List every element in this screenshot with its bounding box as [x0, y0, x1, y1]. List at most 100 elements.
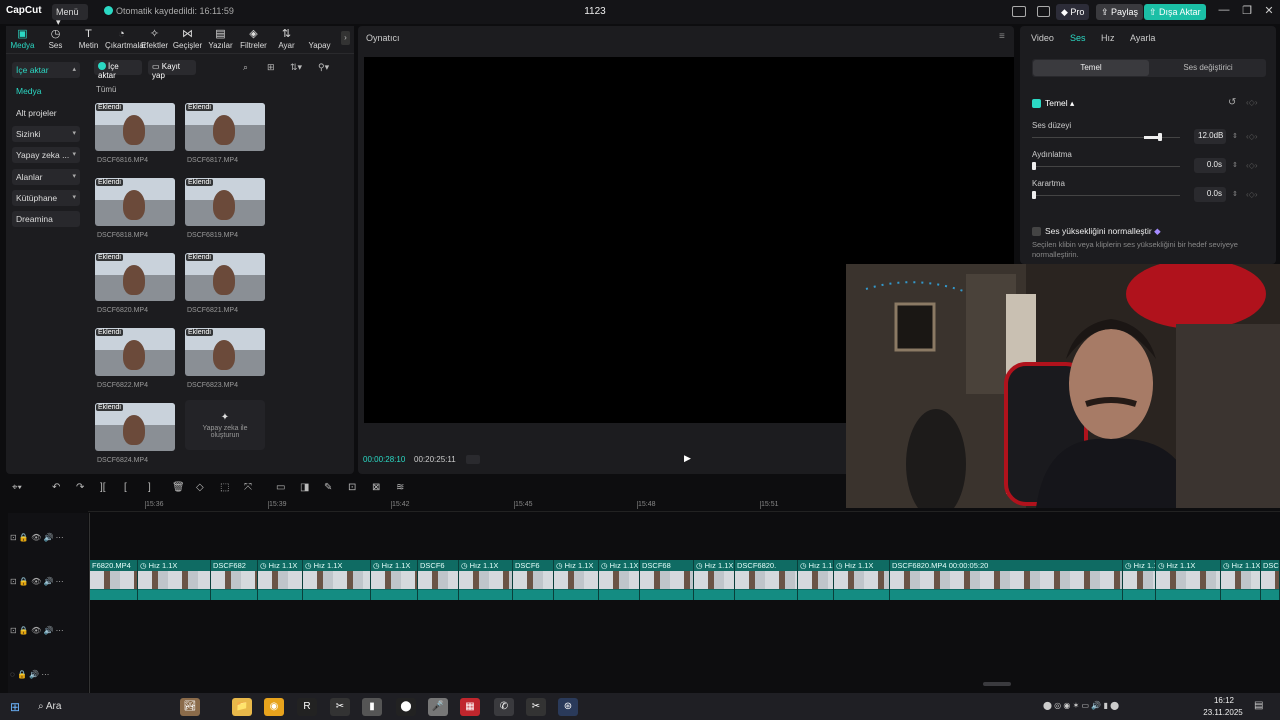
sidebar-item-1[interactable]: Medya [12, 83, 80, 99]
close-button[interactable]: ✕ [1260, 4, 1278, 17]
basic-section-title[interactable]: Temel ▴ [1045, 98, 1074, 109]
timeline-tool-8[interactable]: ⬚ [220, 482, 229, 493]
fade-out-stepper-icon[interactable]: ⇕ [1232, 190, 1238, 198]
media-thumbnail-2[interactable]: Eklendi [95, 178, 175, 226]
timeline-clip[interactable]: ◷ Hız 1.1X [1221, 560, 1261, 600]
media-thumbnail-1[interactable]: Eklendi [185, 103, 265, 151]
timeline-clip[interactable]: F6820.MP4 [90, 560, 138, 600]
timeline-tool-15[interactable]: ≋ [396, 482, 404, 493]
import-tab[interactable]: İçe aktar [94, 60, 142, 80]
clock-date[interactable]: 23.11.2025 [1198, 708, 1248, 717]
volume-keyframe-icon[interactable]: ‹◇› [1246, 132, 1257, 141]
timeline-ruler[interactable] [88, 500, 1280, 512]
sidebar-item-3[interactable]: Sizinki ▾ [12, 126, 80, 142]
tool-tab-3[interactable]: ◔ Çıkartmalar [105, 28, 146, 50]
media-thumbnail-8[interactable]: Eklendi [95, 403, 175, 451]
timeline-clip[interactable]: ◷ Hız 1.1X [138, 560, 211, 600]
right-tab-1[interactable]: Ses [1070, 33, 1086, 43]
right-tab-0[interactable]: Video [1031, 33, 1054, 43]
timeline-clip[interactable]: ◷ Hız 1.1X [258, 560, 303, 600]
fade-in-slider[interactable] [1032, 166, 1180, 167]
fade-out-value[interactable]: 0.0s [1194, 187, 1226, 202]
filter-icon[interactable]: ⚲▾ [318, 62, 329, 73]
tool-tab-8[interactable]: ⇅ Ayar [270, 28, 303, 50]
sidebar-item-7[interactable]: Dreamina [12, 211, 80, 227]
taskbar-app-0[interactable]: 🏞 [180, 698, 200, 716]
timeline-clip[interactable]: DSCF [1261, 560, 1280, 600]
track-2-controls[interactable]: ⊡ 🔒 👁 🔊 ⋯ [10, 577, 64, 586]
timeline-tool-7[interactable]: ◇ [196, 482, 204, 493]
tools-more-button[interactable]: › [341, 31, 350, 45]
timeline-tool-12[interactable]: ✎ [324, 482, 332, 493]
timeline-tool-2[interactable]: ↷ [76, 482, 84, 493]
timeline-tool-0[interactable]: ⌖▾ [12, 482, 22, 493]
timecode-toggle[interactable] [466, 455, 480, 464]
fade-out-slider[interactable] [1032, 195, 1180, 196]
normalize-checkbox[interactable] [1032, 227, 1041, 236]
timeline-clip[interactable]: ◷ Hız 1.1X [599, 560, 640, 600]
media-thumbnail-4[interactable]: Eklendi [95, 253, 175, 301]
search-icon[interactable]: ⌕ [243, 62, 248, 73]
timeline-clip[interactable]: ◷ Hız 1.1X [834, 560, 890, 600]
timeline-tool-13[interactable]: ⊡ [348, 482, 356, 493]
tool-tab-0[interactable]: ▣ Medya [6, 28, 39, 50]
taskbar-app-8[interactable]: ▦ [460, 698, 480, 716]
menu-button[interactable]: Menü ▾ [52, 4, 88, 27]
timeline-clip[interactable]: ◷ Hız 1.1X [371, 560, 418, 600]
taskbar-search[interactable]: ⌕ Ara [38, 701, 61, 712]
taskbar-app-10[interactable]: ✂ [526, 698, 546, 716]
volume-stepper-icon[interactable]: ⇕ [1232, 132, 1238, 140]
timeline-clip[interactable]: ◷ Hız 1.1X [798, 560, 834, 600]
timeline-tool-10[interactable]: ▭ [276, 482, 285, 493]
timeline-tool-11[interactable]: ◨ [300, 482, 309, 493]
timeline-clip[interactable]: ◷ Hız 1.1X [1156, 560, 1221, 600]
export-button[interactable]: ⇧ Dışa Aktar [1144, 4, 1206, 20]
fade-in-stepper-icon[interactable]: ⇕ [1232, 161, 1238, 169]
fade-in-value[interactable]: 0.0s [1194, 158, 1226, 173]
fade-in-keyframe-icon[interactable]: ‹◇› [1246, 161, 1257, 170]
timeline-clip[interactable]: DSCF6820. [735, 560, 798, 600]
timeline-tool-1[interactable]: ↶ [52, 482, 60, 493]
timeline-clip[interactable]: ◷ Hız 1.1X [1123, 560, 1156, 600]
taskbar-app-11[interactable]: ⊛ [558, 698, 578, 716]
media-thumbnail-6[interactable]: Eklendi [95, 328, 175, 376]
record-tab[interactable]: ▭ Kayıt yap [148, 60, 196, 80]
sidebar-item-2[interactable]: Alt projeler [12, 105, 80, 121]
layout-icon[interactable] [1012, 6, 1026, 17]
timeline-tool-4[interactable]: [ [124, 482, 127, 493]
taskbar-app-1[interactable]: 📁 [232, 698, 252, 716]
timeline-clip[interactable]: DSCF682 [211, 560, 258, 600]
right-tab-2[interactable]: Hız [1101, 33, 1115, 43]
taskbar-app-7[interactable]: 🎤 [428, 698, 448, 716]
taskbar-app-2[interactable]: ◉ [264, 698, 284, 716]
clock-time[interactable]: 16:12 [1206, 696, 1242, 705]
timeline-clip[interactable]: ◷ Hız 1.1X [459, 560, 513, 600]
pro-button[interactable]: ◆ Pro [1056, 4, 1090, 20]
sidebar-item-4[interactable]: Yapay zeka ... ▾ [12, 147, 80, 163]
share-button[interactable]: ⇪ Paylaş [1096, 4, 1144, 20]
timeline-clip[interactable]: DSCF68 [640, 560, 694, 600]
volume-slider-knob[interactable] [1158, 133, 1162, 141]
timeline-clip[interactable]: DSCF6820.MP4 00:00:05:20 [890, 560, 1123, 600]
timeline-tool-14[interactable]: ⊠ [372, 482, 380, 493]
volume-value[interactable]: 12.0dB [1194, 129, 1226, 144]
tool-tab-7[interactable]: ◈ Filtreler [237, 28, 270, 50]
reset-icon[interactable]: ↺ [1228, 97, 1236, 108]
play-button[interactable]: ▶ [684, 453, 691, 464]
ai-create-card[interactable]: ✦ Yapay zeka ile oluşturun [185, 400, 265, 450]
media-thumbnail-5[interactable]: Eklendi [185, 253, 265, 301]
system-tray-icons[interactable]: ⬤ ◎ ◉ ✶ ▭ 🔊 ▮ ⬤ [1043, 701, 1119, 710]
timeline-tool-3[interactable]: ][ [100, 482, 106, 493]
taskbar-app-3[interactable]: R [297, 698, 317, 716]
grid-view-icon[interactable]: ⊞ [267, 62, 275, 73]
keyframe-icon[interactable]: ‹◇› [1246, 98, 1257, 107]
media-thumbnail-0[interactable]: Eklendi [95, 103, 175, 151]
project-title[interactable]: 1123 [580, 6, 610, 17]
timeline-clip[interactable]: ◷ Hız 1.1X [554, 560, 599, 600]
taskbar-app-4[interactable]: ✂ [330, 698, 350, 716]
taskbar-app-9[interactable]: ✆ [494, 698, 514, 716]
minimize-button[interactable]: — [1215, 4, 1233, 16]
timeline-tool-5[interactable]: ] [148, 482, 151, 493]
tool-tab-6[interactable]: ▤ Yazılar [204, 28, 237, 50]
sidebar-item-5[interactable]: Alanlar ▾ [12, 169, 80, 185]
